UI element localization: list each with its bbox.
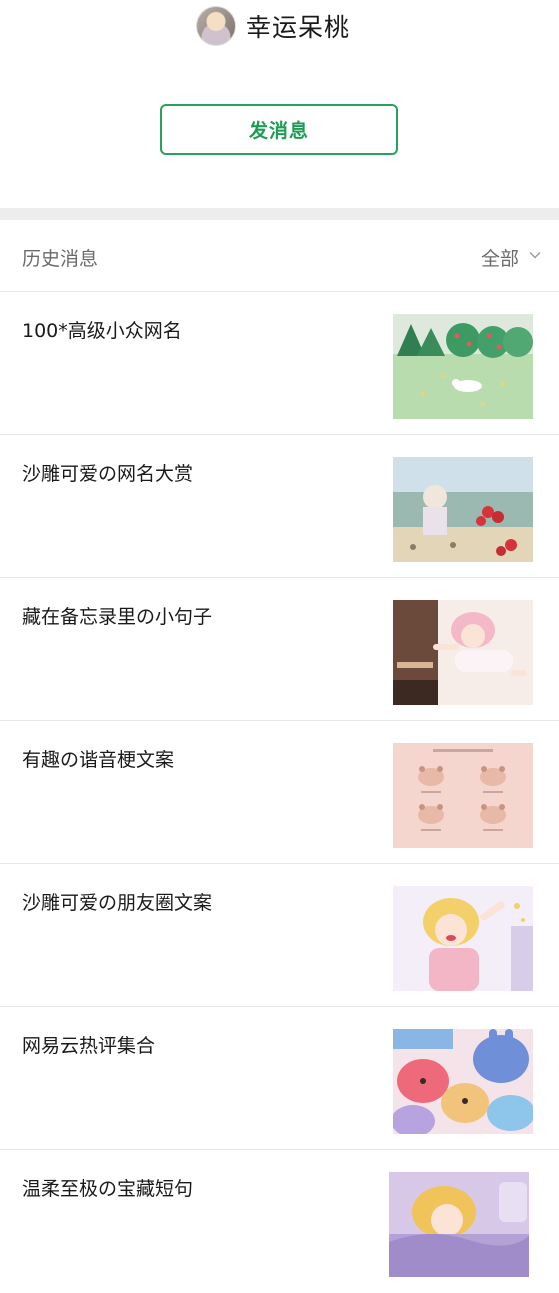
account-header: 幸运呆桃 发消息 [0,0,559,208]
history-title: 历史消息 [22,248,99,270]
forest-bunny-thumbnail[interactable] [393,314,533,419]
anime-girl-cheering-thumbnail[interactable] [393,886,533,991]
section-divider [0,208,559,220]
anime-girl-flowers-thumbnail[interactable] [393,457,533,562]
list-item[interactable]: 沙雕可爱の网名大赏 [0,435,559,578]
list-item[interactable]: 温柔至极の宝藏短句 [0,1150,559,1293]
article-title: 温柔至极の宝藏短句 [22,1178,194,1200]
article-title: 沙雕可爱の网名大赏 [22,463,194,485]
four-bears-thumbnail[interactable] [393,743,533,848]
article-title: 网易云热评集合 [22,1035,156,1057]
article-title: 100*高级小众网名 [22,320,182,342]
list-item[interactable]: 网易云热评集合 [0,1007,559,1150]
anime-girl-flying-thumbnail[interactable] [393,600,533,705]
list-item[interactable]: 沙雕可爱の朋友圈文案 [0,864,559,1007]
send-message-button[interactable]: 发消息 [160,104,398,155]
filter-dropdown[interactable]: 全部 [481,244,541,271]
filter-label: 全部 [480,248,519,270]
history-header: 历史消息 全部 [0,220,559,292]
article-list: 100*高级小众网名 沙雕可爱の网名大赏 藏在备忘录里の小句子 有趣の谐音梗文案… [0,292,559,1293]
anime-girl-sleeping-thumbnail[interactable] [389,1172,529,1277]
list-item[interactable]: 有趣の谐音梗文案 [0,721,559,864]
account-name: 幸运呆桃 [246,13,351,42]
list-item[interactable]: 藏在备忘录里の小句子 [0,578,559,721]
account-info[interactable]: 幸运呆桃 [196,4,350,48]
article-title: 藏在备忘录里の小句子 [22,606,213,628]
article-title: 有趣の谐音梗文案 [22,749,175,771]
list-item[interactable]: 100*高级小众网名 [0,292,559,435]
chevron-down-icon [529,249,541,261]
avatar[interactable] [196,6,236,46]
care-bears-thumbnail[interactable] [393,1029,533,1134]
article-title: 沙雕可爱の朋友圈文案 [22,892,213,914]
